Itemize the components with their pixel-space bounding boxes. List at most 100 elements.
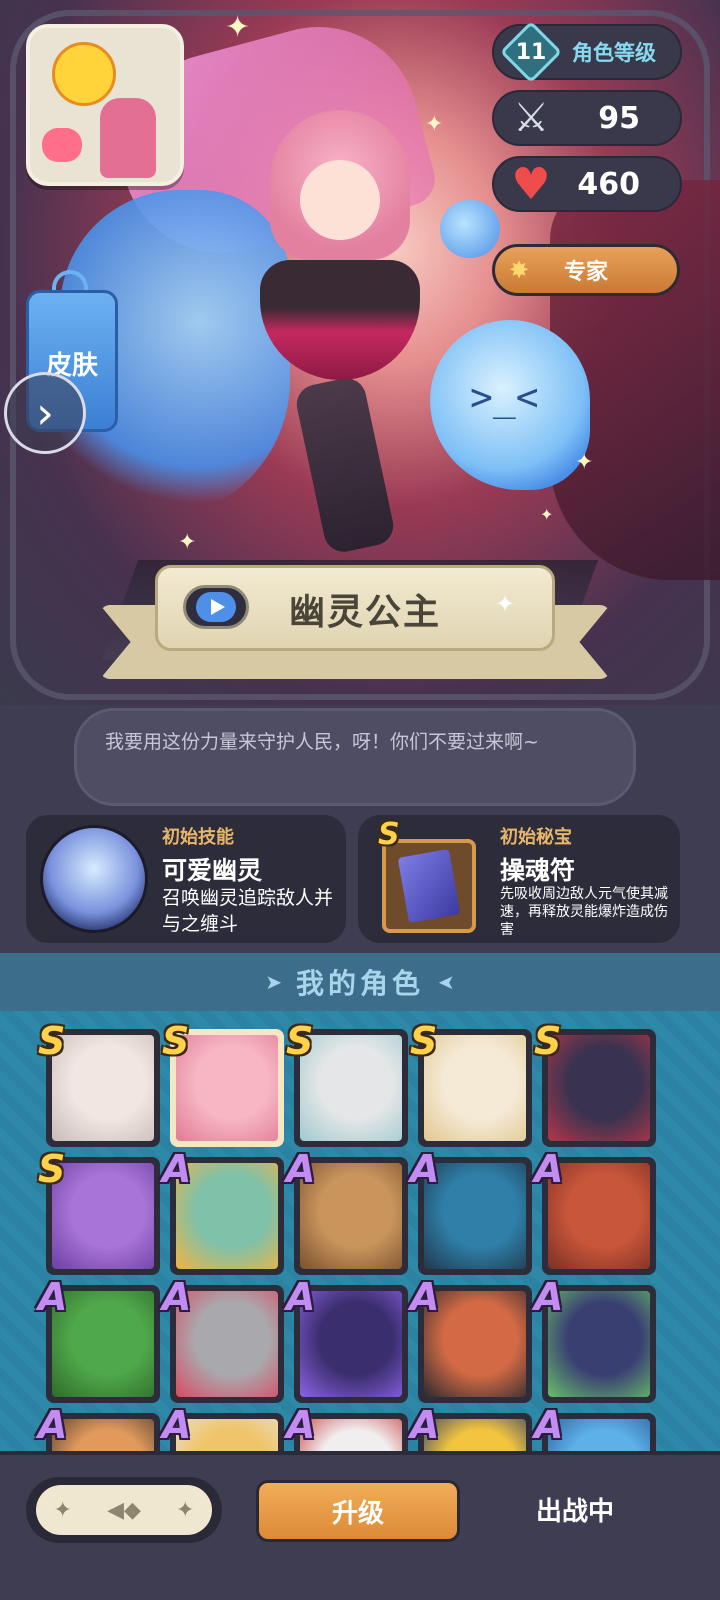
treasure-rank-badge: S — [378, 817, 400, 852]
character-card[interactable]: A — [286, 1403, 408, 1451]
initial-skill-card[interactable]: 初始技能 可爱幽灵 召唤幽灵追踪敌人并与之缠斗 — [26, 815, 346, 943]
filter-pill-inner: ✦ ◀◆ ✦ — [36, 1485, 212, 1535]
play-icon — [196, 592, 236, 622]
character-card[interactable]: A — [286, 1275, 408, 1403]
sparkle-icon: ✸ — [509, 256, 530, 284]
rank-badge: S — [162, 1019, 190, 1063]
character-card[interactable]: A — [534, 1147, 656, 1275]
character-card[interactable]: S — [410, 1019, 532, 1147]
character-portrait — [52, 1035, 154, 1141]
blue-ghost-small — [440, 200, 500, 258]
initial-treasure-card[interactable]: S 初始秘宝 操魂符 先吸收周边敌人元气使其减速，再释放灵能爆炸造成伤害 — [358, 815, 680, 943]
chevron-right-icon: › — [36, 387, 54, 439]
character-card[interactable]: A — [410, 1403, 532, 1451]
character-quote: 我要用这份力量来守护人民，呀！你们不要过来啊~ — [74, 708, 636, 806]
name-banner: 幽灵公主 ✦ — [100, 565, 610, 683]
sparkle-icon: ✦ — [575, 450, 594, 475]
rank-badge: A — [410, 1403, 440, 1447]
skill-description: 召唤幽灵追踪敌人并与之缠斗 — [162, 887, 334, 935]
rank-badge: A — [38, 1403, 68, 1447]
talisman-icon — [382, 839, 476, 933]
character-card[interactable]: S — [534, 1019, 656, 1147]
character-card[interactable]: A — [534, 1275, 656, 1403]
heart-icon: ♥ — [511, 158, 551, 210]
avatar-princess — [100, 98, 156, 178]
character-card[interactable]: A — [38, 1403, 160, 1451]
character-name: 幽灵公主 — [288, 592, 441, 633]
rank-badge: A — [534, 1275, 564, 1319]
arrow-ornament-icon: ◀◆ — [107, 1497, 141, 1523]
play-voice-button[interactable] — [183, 585, 249, 629]
sparkle-icon: ✦ — [495, 590, 516, 618]
character-card[interactable]: S — [162, 1019, 284, 1147]
rank-badge: S — [38, 1147, 66, 1191]
my-characters-title: 我的角色 — [295, 967, 424, 1000]
skill-name: 可爱幽灵 — [162, 856, 263, 885]
character-portrait — [52, 1163, 154, 1269]
rank-badge: S — [534, 1019, 562, 1063]
difficulty-button[interactable]: ✸ 专家 — [492, 244, 680, 296]
treasure-description: 先吸收周边敌人元气使其减速，再释放灵能爆炸造成伤害 — [500, 886, 668, 938]
rank-badge: A — [534, 1403, 564, 1447]
level-value: 11 — [515, 39, 547, 65]
skill-card-title: 初始技能 — [162, 827, 234, 848]
rank-badge: S — [410, 1019, 438, 1063]
treasure-name: 操魂符 — [500, 856, 576, 885]
rank-badge: A — [162, 1403, 192, 1447]
character-card[interactable]: A — [162, 1275, 284, 1403]
rank-badge: A — [38, 1275, 68, 1319]
level-stat: 11 角色等级 — [492, 20, 682, 84]
next-skin-button[interactable]: › — [4, 372, 86, 454]
rank-badge: A — [286, 1147, 316, 1191]
character-card[interactable]: S — [38, 1147, 160, 1275]
ornament-left-icon: ➤ — [265, 970, 282, 994]
treasure-card-title: 初始秘宝 — [500, 827, 572, 848]
sword-icon: ⚔ — [513, 95, 549, 141]
attack-value: 95 — [598, 100, 640, 136]
quote-text: 我要用这份力量来守护人民，呀！你们不要过来啊~ — [105, 731, 539, 753]
character-art — [240, 110, 440, 556]
character-card[interactable]: A — [38, 1275, 160, 1403]
filter-pill[interactable]: ✦ ◀◆ ✦ — [26, 1477, 222, 1543]
sparkle-icon: ✦ — [540, 505, 554, 524]
sparkle-icon: ✦ — [176, 1497, 195, 1523]
sparkle-icon: ✦ — [425, 112, 444, 137]
character-avatar-card[interactable] — [26, 24, 184, 186]
ornament-right-icon: ➤ — [438, 970, 455, 994]
character-card[interactable]: A — [286, 1147, 408, 1275]
level-label: 角色等级 — [572, 41, 656, 65]
avatar-sun-ghost — [52, 42, 116, 106]
health-stat: ♥ 460 — [492, 156, 682, 212]
sparkle-icon: ✦ — [225, 10, 251, 45]
rank-badge: A — [410, 1147, 440, 1191]
deployed-status: 出战中 — [535, 1497, 614, 1527]
character-portrait — [300, 1035, 402, 1141]
character-card[interactable]: A — [162, 1147, 284, 1275]
character-card[interactable]: A — [410, 1275, 532, 1403]
sparkle-icon: ✦ — [178, 530, 197, 555]
level-badge-icon: 11 — [499, 20, 563, 84]
rank-badge: A — [162, 1147, 192, 1191]
attack-stat: ⚔ 95 — [492, 90, 682, 146]
character-card[interactable]: A — [162, 1403, 284, 1451]
my-characters-header: ➤ 我的角色 ➤ — [0, 953, 720, 1011]
character-card[interactable]: S — [286, 1019, 408, 1147]
sparkle-icon: ✦ — [53, 1497, 72, 1523]
character-portrait — [424, 1035, 526, 1141]
character-card[interactable]: A — [534, 1403, 656, 1451]
ghost-skill-icon — [40, 825, 148, 933]
bottom-bar: ✦ ◀◆ ✦ 升级 出战中 — [0, 1451, 720, 1600]
character-card[interactable]: S — [38, 1019, 160, 1147]
avatar-pink-ghost — [42, 128, 82, 162]
rank-badge: S — [286, 1019, 314, 1063]
rank-badge: A — [162, 1275, 192, 1319]
character-portrait — [548, 1035, 650, 1141]
difficulty-label: 专家 — [563, 260, 608, 285]
character-roster: S S S S S S A A A A A A A A A A A A A A — [0, 1011, 720, 1451]
character-portrait — [176, 1035, 278, 1141]
upgrade-button[interactable]: 升级 — [256, 1480, 460, 1542]
rank-badge: S — [38, 1019, 66, 1063]
character-card[interactable]: A — [410, 1147, 532, 1275]
rank-badge: A — [286, 1403, 316, 1447]
health-value: 460 — [577, 166, 640, 202]
